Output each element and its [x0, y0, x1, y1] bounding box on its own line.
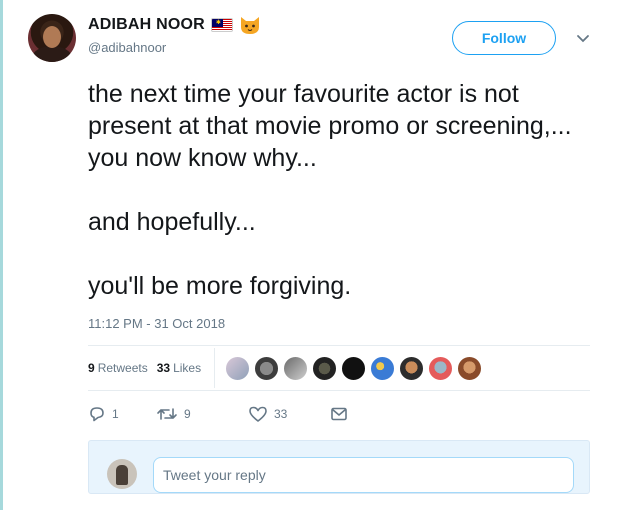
avatar [107, 459, 137, 489]
user-handle[interactable]: @adibahnoor [88, 40, 166, 55]
reply-icon [90, 407, 104, 422]
reply-action[interactable]: 1 [88, 405, 156, 423]
cat-face-icon [240, 17, 259, 34]
stats-separator [214, 348, 216, 388]
follow-button[interactable]: Follow [452, 21, 556, 55]
liker-avatar[interactable] [370, 355, 396, 381]
likes-label: Likes [173, 361, 202, 375]
like-action[interactable]: 33 [248, 405, 330, 423]
reply-count: 1 [112, 407, 119, 421]
retweet-action[interactable]: 9 [156, 405, 248, 423]
retweets-label: Retweets [97, 361, 148, 375]
likes-stat[interactable]: 33 Likes [157, 361, 201, 375]
retweets-count: 9 [88, 361, 95, 375]
like-count: 33 [274, 407, 288, 421]
liker-avatar[interactable] [312, 355, 338, 381]
thread-line [0, 0, 3, 510]
retweet-icon [157, 408, 177, 420]
tweet-timestamp[interactable]: 11:12 PM - 31 Oct 2018 [88, 316, 225, 331]
tweet-actions: 1 9 33 [88, 402, 348, 426]
retweet-count: 9 [184, 407, 191, 421]
reply-input[interactable] [153, 457, 574, 493]
liker-avatar[interactable] [399, 355, 425, 381]
malaysia-flag-icon: ✱ [210, 18, 233, 32]
tweet-text: the next time your favourite actor is no… [88, 80, 572, 300]
chevron-down-icon[interactable] [576, 32, 590, 44]
liker-avatars [225, 355, 483, 381]
retweets-stat[interactable]: 9 Retweets [88, 361, 148, 375]
liker-avatar[interactable] [283, 355, 309, 381]
direct-message-action[interactable] [330, 406, 348, 422]
liker-avatar[interactable] [428, 355, 454, 381]
likes-count: 33 [156, 361, 171, 375]
divider [88, 390, 590, 391]
heart-icon [249, 406, 267, 422]
liker-avatar[interactable] [341, 355, 367, 381]
author-name-row[interactable]: ADIBAH NOOR ✱ [88, 15, 261, 35]
tweet-header: ADIBAH NOOR ✱ @adibahnoor Follow [28, 12, 608, 64]
liker-avatar[interactable] [225, 355, 251, 381]
liker-avatar[interactable] [254, 355, 280, 381]
avatar[interactable] [28, 14, 76, 62]
envelope-icon [331, 407, 347, 421]
reply-composer [88, 440, 590, 494]
display-name[interactable]: ADIBAH NOOR [88, 16, 205, 34]
liker-avatar[interactable] [457, 355, 483, 381]
tweet-stats: 9 Retweets 33 Likes [88, 347, 483, 389]
divider [88, 345, 590, 346]
